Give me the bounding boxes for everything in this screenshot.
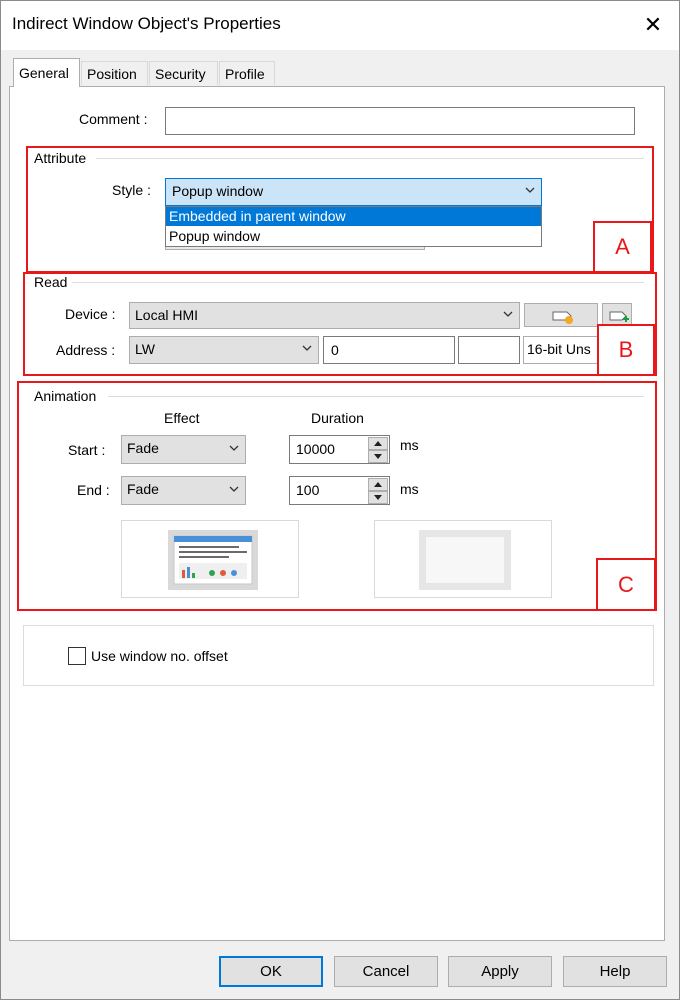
style-option-popup[interactable]: Popup window <box>166 227 541 246</box>
comment-label: Comment : <box>79 111 148 127</box>
end-duration-spinner[interactable]: 100 <box>289 476 390 505</box>
duration-header: Duration <box>311 410 364 426</box>
spin-up-icon[interactable] <box>368 437 388 450</box>
device-label: Device : <box>65 306 116 322</box>
ok-button[interactable]: OK <box>219 956 323 987</box>
spin-down-icon[interactable] <box>368 491 388 504</box>
help-button[interactable]: Help <box>563 956 667 987</box>
annotation-label-b: B <box>597 324 655 376</box>
style-label: Style : <box>112 182 151 198</box>
animation-group-line <box>108 396 644 397</box>
tab-general[interactable]: General <box>13 58 80 87</box>
address-extra-input[interactable] <box>458 336 520 364</box>
chevron-down-icon <box>302 345 312 351</box>
effect-header: Effect <box>164 410 200 426</box>
style-option-embedded[interactable]: Embedded in parent window <box>166 207 541 226</box>
chevron-down-icon <box>525 187 535 193</box>
start-label: Start : <box>68 442 106 458</box>
start-animation-preview <box>121 520 299 598</box>
end-duration-value: 100 <box>296 482 320 498</box>
start-duration-value: 10000 <box>296 441 335 457</box>
chevron-down-icon <box>229 445 239 451</box>
tag-settings-icon <box>552 311 573 324</box>
tab-profile[interactable]: Profile <box>219 61 275 85</box>
comment-input[interactable] <box>165 107 635 135</box>
end-animation-preview <box>374 520 552 598</box>
address-type-value: LW <box>135 341 155 357</box>
window-title: Indirect Window Object's Properties <box>12 14 281 33</box>
end-effect-value: Fade <box>127 481 159 497</box>
style-combobox[interactable]: Popup window <box>165 178 542 206</box>
read-group-label: Read <box>34 274 68 290</box>
faded-window-icon <box>419 530 511 590</box>
end-effect-combobox[interactable]: Fade <box>121 476 246 505</box>
data-format-field: 16-bit Uns <box>523 336 601 364</box>
attribute-group-label: Attribute <box>34 150 87 166</box>
use-window-offset-label: Use window no. offset <box>91 648 228 664</box>
tab-security[interactable]: Security <box>149 61 218 85</box>
cancel-button[interactable]: Cancel <box>334 956 438 987</box>
device-combobox[interactable]: Local HMI <box>129 302 520 329</box>
spin-up-icon[interactable] <box>368 478 388 491</box>
window-preview-icon <box>168 530 258 590</box>
end-unit-label: ms <box>400 481 419 497</box>
address-label: Address : <box>56 342 116 358</box>
style-dropdown-list[interactable]: Embedded in parent window Popup window <box>165 206 542 247</box>
use-window-offset-checkbox[interactable] <box>68 647 86 665</box>
animation-group-label: Animation <box>34 388 97 404</box>
apply-button[interactable]: Apply <box>448 956 552 987</box>
start-duration-spinner[interactable]: 10000 <box>289 435 390 464</box>
read-group-line <box>72 282 644 283</box>
attribute-group-line <box>96 158 644 159</box>
close-icon[interactable]: ✕ <box>636 8 670 42</box>
start-effect-combobox[interactable]: Fade <box>121 435 246 464</box>
annotation-label-c: C <box>596 558 656 611</box>
chevron-down-icon <box>503 311 513 317</box>
chevron-down-icon <box>229 486 239 492</box>
tab-position[interactable]: Position <box>81 61 148 85</box>
device-value: Local HMI <box>135 307 199 323</box>
end-label: End : <box>77 482 110 498</box>
annotation-label-a: A <box>593 221 652 273</box>
address-input[interactable]: 0 <box>323 336 455 364</box>
start-unit-label: ms <box>400 437 419 453</box>
start-effect-value: Fade <box>127 440 159 456</box>
style-value: Popup window <box>172 183 264 199</box>
address-type-combobox[interactable]: LW <box>129 336 319 364</box>
device-settings-button[interactable] <box>524 303 598 327</box>
spin-down-icon[interactable] <box>368 450 388 463</box>
